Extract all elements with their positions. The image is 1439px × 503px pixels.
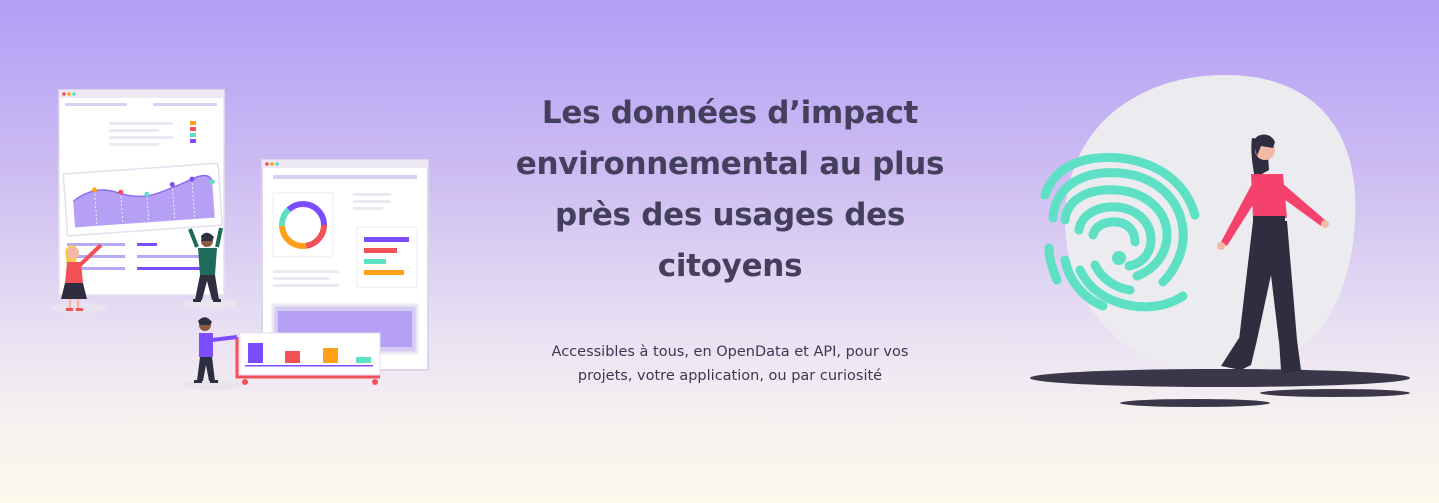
hero-banner: Les données d’impact environnemental au … [0,0,1439,503]
area-chart-card [62,162,224,237]
team-dashboard-illustration [51,89,429,390]
hero-text: Les données d’impact environnemental au … [500,88,960,388]
hero-subtitle: Accessibles à tous, en OpenData et API, … [551,344,909,384]
person-bottom [194,317,238,383]
ground-shadow [1030,369,1410,387]
woman-fingerprint-illustration [1030,75,1410,407]
bar-chart-cart [235,332,381,385]
hero-headline: Les données d’impact environnemental au … [515,95,945,284]
